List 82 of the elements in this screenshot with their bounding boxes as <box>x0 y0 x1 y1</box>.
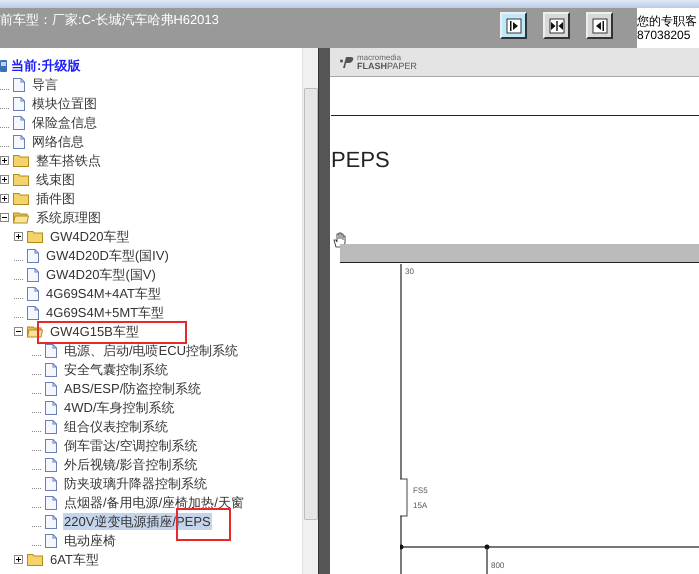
folder-icon <box>13 154 29 167</box>
tree-item[interactable]: 外后视镜/影音控制系统 <box>63 456 199 473</box>
folder-icon <box>13 173 29 186</box>
page-heading: PEPS <box>331 146 390 174</box>
expand-toggle[interactable] <box>0 156 9 165</box>
brand-maker: macromedia <box>357 54 402 62</box>
page-icon <box>45 400 57 414</box>
minus-icon <box>1 214 8 221</box>
expand-toggle[interactable] <box>0 175 9 184</box>
tree-item[interactable]: 网络信息 <box>31 133 85 150</box>
fuse-label: FS5 <box>413 485 428 497</box>
wire-label: 800 <box>491 560 504 572</box>
folder-icon <box>13 192 29 205</box>
tree-item[interactable]: GW4D20车型 <box>49 228 130 245</box>
page-icon <box>27 268 39 282</box>
minus-icon <box>15 328 22 335</box>
page-icon <box>45 514 57 528</box>
tree-item[interactable]: ABS/ESP/防盗控制系统 <box>63 380 202 397</box>
tree-item[interactable]: GW4D20D车型(国IV) <box>45 247 170 264</box>
brand-product: FLASHPAPER <box>357 62 417 70</box>
page-icon <box>13 134 25 148</box>
logo-icon <box>340 56 354 68</box>
page-icon <box>45 438 57 452</box>
tree-item[interactable]: 线束图 <box>35 171 76 188</box>
plus-icon <box>1 176 8 183</box>
page-icon <box>27 306 39 320</box>
page-icon <box>45 476 57 490</box>
wire-label: 30 <box>405 266 414 278</box>
page-icon <box>13 96 25 110</box>
page-icon <box>45 344 57 358</box>
tree-item[interactable]: 防夹玻璃升降器控制系统 <box>63 475 208 492</box>
expand-toggle[interactable] <box>14 555 23 564</box>
page-icon <box>27 286 39 300</box>
tree-item[interactable]: 整车搭铁点 <box>35 152 102 169</box>
tree-item[interactable]: GW4D20车型(国V) <box>45 266 157 283</box>
tree-item[interactable]: 电源、启动/电喷ECU控制系统 <box>63 342 240 359</box>
contact-number: 87038205 <box>637 28 692 42</box>
tree-item[interactable]: 保险盒信息 <box>31 114 98 131</box>
tree-item[interactable]: 模块位置图 <box>31 95 98 112</box>
page-icon <box>13 78 25 92</box>
page-icon <box>13 116 25 130</box>
vehicle-title: 前车型：厂家:C-长城汽车哈弗H62013 <box>0 11 219 29</box>
fuse-rating: 15A <box>413 500 428 512</box>
scrollbar-thumb[interactable] <box>304 88 318 520</box>
plus-icon <box>15 556 22 563</box>
tree-item[interactable]: 电动座椅 <box>63 532 117 549</box>
contact-label: 您的专职客 <box>637 14 698 28</box>
tree-item[interactable]: 插件图 <box>35 190 76 207</box>
tree-item[interactable]: 安全气囊控制系统 <box>63 361 169 378</box>
tree-item[interactable]: 4G69S4M+5MT车型 <box>45 304 166 321</box>
page-icon <box>27 248 39 262</box>
page-icon <box>45 496 57 510</box>
collapse-toggle[interactable] <box>14 327 23 336</box>
view-button[interactable] <box>543 12 570 39</box>
tree-item[interactable]: GW4G15B车型 <box>49 323 140 340</box>
tree-item[interactable]: 6AT车型 <box>49 551 100 568</box>
folder-icon <box>27 553 43 566</box>
expand-toggle[interactable] <box>0 194 9 203</box>
plus-icon <box>1 157 8 164</box>
tree-item[interactable]: 组合仪表控制系统 <box>63 418 169 435</box>
tree-item[interactable]: 4WD/车身控制系统 <box>63 399 176 416</box>
tree-root-label[interactable]: 当前:升级版 <box>11 56 80 76</box>
tree-item[interactable]: 倒车雷达/空调控制系统 <box>63 437 199 454</box>
page-icon <box>45 420 57 434</box>
collapse-icon <box>548 18 564 34</box>
tree-item[interactable]: 系统原理图 <box>35 209 102 226</box>
page-icon <box>45 534 57 548</box>
scrollbar[interactable] <box>302 48 318 574</box>
plus-icon <box>15 233 22 240</box>
expand-toggle[interactable] <box>14 232 23 241</box>
collapse-toggle[interactable] <box>0 213 9 222</box>
plus-icon <box>1 195 8 202</box>
page-icon <box>45 362 57 376</box>
page-icon <box>45 382 57 396</box>
folder-icon <box>27 230 43 243</box>
computer-icon <box>0 58 8 72</box>
view-button[interactable] <box>500 12 527 39</box>
tree-item[interactable]: 4G69S4M+4AT车型 <box>45 285 162 302</box>
tree-item[interactable]: 导言 <box>31 76 59 93</box>
page-icon <box>45 458 57 472</box>
view-button[interactable] <box>586 12 613 39</box>
folder-icon <box>13 211 29 224</box>
